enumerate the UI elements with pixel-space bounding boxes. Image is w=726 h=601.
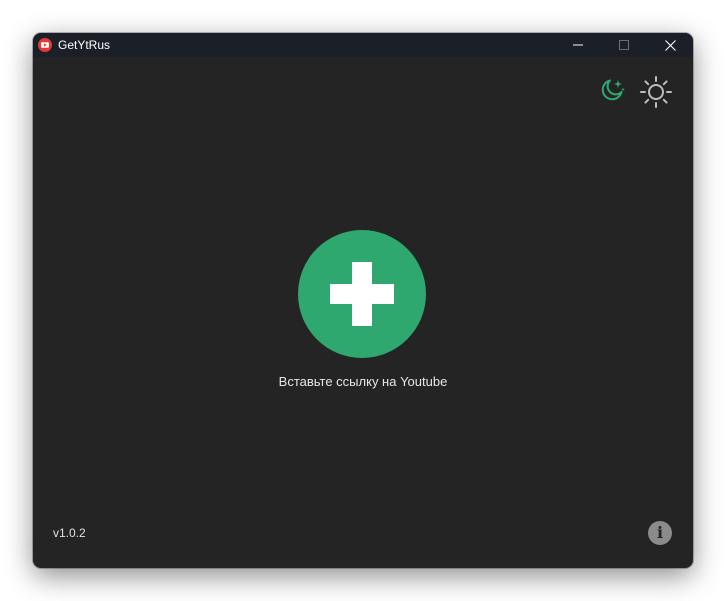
dark-theme-button[interactable] [597, 77, 627, 107]
maximize-icon [619, 40, 629, 50]
paste-link-hint: Вставьте ссылку на Youtube [278, 374, 448, 389]
version-label: v1.0.2 [53, 526, 86, 540]
youtube-icon [38, 38, 52, 52]
light-theme-button[interactable] [639, 75, 673, 114]
info-button[interactable]: i [648, 521, 672, 545]
info-icon: i [656, 523, 664, 542]
maximize-button[interactable] [601, 33, 647, 57]
sun-icon [639, 75, 673, 114]
moon-stars-icon [598, 76, 626, 109]
minimize-button[interactable] [555, 33, 601, 57]
close-icon [664, 39, 676, 51]
title-bar[interactable]: GetYtRus [33, 33, 693, 57]
minimize-icon [573, 40, 583, 50]
add-link-button[interactable] [298, 230, 426, 358]
plus-icon-vertical [352, 262, 372, 326]
close-button[interactable] [647, 33, 693, 57]
window-title: GetYtRus [58, 38, 111, 52]
app-window: GetYtRus Вставьте ссылку на Youtube v1.0… [33, 33, 693, 568]
